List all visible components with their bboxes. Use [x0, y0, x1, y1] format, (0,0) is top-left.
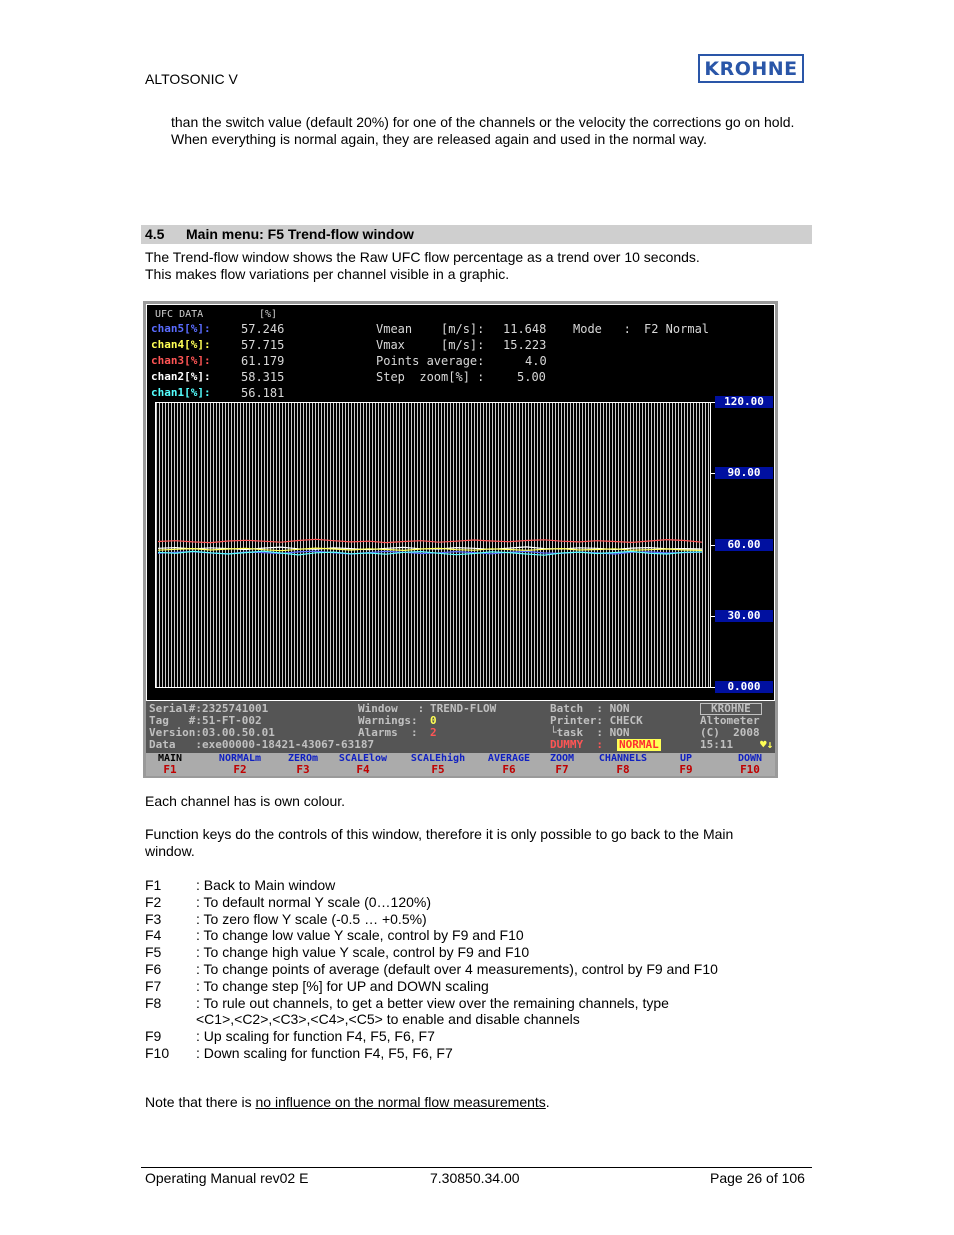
vmean-label: Vmean [m/s]:	[376, 322, 485, 336]
fkeys-note-line-1: Function keys do the controls of this wi…	[145, 826, 734, 842]
fkey-zero[interactable]: ZEROm F3	[282, 753, 324, 775]
clock-time: 15:11	[700, 738, 734, 751]
function-key-description: : To default normal Y scale (0…120%)	[196, 893, 432, 910]
step-zoom-label: Step zoom[%] :	[376, 370, 485, 384]
function-key-name: F9	[145, 1028, 162, 1045]
fkey-average[interactable]: AVERAGE F6	[480, 753, 538, 775]
trend-line-chan3	[157, 538, 703, 544]
fkey-main[interactable]: MAIN F1	[152, 753, 188, 775]
fkey-channels[interactable]: CHANNELS F8	[590, 753, 656, 775]
fkey-up[interactable]: UP F9	[674, 753, 698, 775]
section-heading: 4.5 Main menu: F5 Trend-flow window	[141, 225, 812, 244]
mode-value: F2 Normal	[644, 322, 710, 336]
function-key-description: : Up scaling for function F4, F5, F6, F7	[196, 1028, 435, 1045]
footer-page-number: Page 26 of 106	[710, 1170, 805, 1186]
footer-manual: Operating Manual rev02 E	[145, 1170, 309, 1186]
krohne-logo: KROHNE	[698, 54, 804, 83]
function-key-description: : To change low value Y scale, control b…	[196, 927, 524, 944]
y-tick-label: 90.00	[715, 467, 773, 479]
channel-value: 57.246	[241, 322, 285, 336]
function-key-name: F6	[145, 960, 162, 977]
function-key-description: : To change high value Y scale, control …	[196, 944, 530, 961]
description-line-2: This makes flow variations per channel v…	[145, 266, 510, 282]
channel-value: 61.179	[241, 354, 285, 368]
fkeys-note: Function keys do the controls of this wi…	[145, 826, 733, 860]
function-key-name: F10	[145, 1044, 170, 1061]
dummy-label: DUMMY :	[550, 738, 603, 751]
function-key-name: F5	[145, 944, 162, 961]
vmax-value: 15.223	[503, 338, 547, 352]
window-value: TREND-FLOW	[430, 702, 497, 715]
section-description: The Trend-flow window shows the Raw UFC …	[145, 249, 700, 283]
footer-doc-number: 7.30850.34.00	[430, 1170, 520, 1186]
function-key-name: F3	[145, 910, 162, 927]
colour-note: Each channel has is own colour.	[145, 793, 346, 809]
points-average-label: Points average:	[376, 354, 485, 368]
function-key-description: : To change step [%] for UP and DOWN sca…	[196, 977, 489, 994]
function-key-name: F4	[145, 927, 162, 944]
function-key-name: F2	[145, 893, 162, 910]
function-key-name: F7	[145, 977, 162, 994]
trend-plot-area	[155, 402, 711, 688]
function-key-bar: MAIN F1 NORMALm F2 ZEROm F3 SCALElow F4 SCAL…	[146, 753, 775, 776]
step-zoom-value: 5.00	[517, 370, 546, 384]
alarms-value: 2	[430, 726, 437, 739]
footer-divider	[141, 1167, 812, 1168]
function-key-description: : Down scaling for function F4, F5, F6, …	[196, 1044, 453, 1061]
logo-text: KROHNE	[704, 57, 798, 80]
note-underlined: no influence on the normal flow measurem…	[255, 1094, 546, 1110]
points-average-value: 4.0	[525, 354, 547, 368]
vmean-value: 11.648	[503, 322, 547, 336]
channel-label: chan1[%]:	[151, 386, 211, 399]
channel-value: 57.715	[241, 338, 285, 352]
alarms-label: Alarms :	[358, 726, 418, 739]
function-key-description: : To rule out channels, to get a better …	[196, 994, 669, 1011]
section-title: Main menu: F5 Trend-flow window	[186, 226, 414, 242]
y-tick-label: 60.00	[715, 539, 773, 551]
vmax-label: Vmax [m/s]:	[376, 338, 485, 352]
function-key-description: <C1>,<C2>,<C3>,<C4>,<C5> to enable and d…	[196, 1011, 580, 1028]
intro-paragraph: than the switch value (default 20%) for …	[171, 114, 795, 147]
y-tick-label: 120.00	[715, 396, 773, 408]
trend-flow-display: UFC DATA [%] chan5[%]: 57.246 chan4[%]: 57.…	[146, 304, 775, 701]
function-key-description: : To change points of average (default o…	[196, 960, 718, 977]
note-prefix: Note that there is	[145, 1094, 256, 1110]
fkey-scale-high[interactable]: SCALEhigh F5	[402, 753, 474, 775]
dummy-value: NORMAL	[617, 738, 661, 751]
fkey-down[interactable]: DOWN F10	[732, 753, 768, 775]
channel-label: chan5[%]:	[151, 322, 211, 335]
function-key-description: : Back to Main window	[196, 877, 336, 893]
channel-label: chan2[%]:	[151, 370, 211, 383]
note-suffix: .	[545, 1094, 550, 1110]
fkey-scale-low[interactable]: SCALElow F4	[330, 753, 396, 775]
channel-value: 58.315	[241, 370, 285, 384]
channel-value: 56.181	[241, 386, 285, 400]
channel-label: chan4[%]:	[151, 338, 211, 351]
function-key-description: : To zero flow Y scale (-0.5 … +0.5%)	[196, 910, 427, 927]
document-header-title: ALTOSONIC V	[145, 71, 238, 87]
trend-lines-svg	[157, 538, 703, 556]
mode-label: Mode :	[573, 322, 631, 336]
fkeys-note-line-2: window.	[145, 843, 195, 859]
data-id: Data :exe00000-18421-43067-63187	[149, 738, 375, 751]
y-tick-label: 30.00	[715, 610, 773, 622]
influence-note: Note that there is no influence on the n…	[145, 1094, 550, 1111]
heart-arrow-icon: ♥↓	[760, 738, 774, 751]
fkey-zoom[interactable]: ZOOM F7	[542, 753, 582, 775]
function-key-name: F1	[145, 877, 162, 893]
channel-label: chan3[%]:	[151, 354, 211, 367]
section-number: 4.5	[145, 226, 165, 242]
description-line-1: The Trend-flow window shows the Raw UFC …	[145, 249, 700, 265]
trend-flow-screenshot: UFC DATA [%] chan5[%]: 57.246 chan4[%]: 57.…	[143, 301, 778, 778]
fkey-normal[interactable]: NORMALm F2	[212, 753, 268, 775]
y-tick-label: 0.000	[715, 681, 773, 693]
status-bar: Serial#:2325741001 Tag #:51-FT-002 Versi…	[146, 701, 775, 753]
function-key-name: F8	[145, 994, 162, 1011]
